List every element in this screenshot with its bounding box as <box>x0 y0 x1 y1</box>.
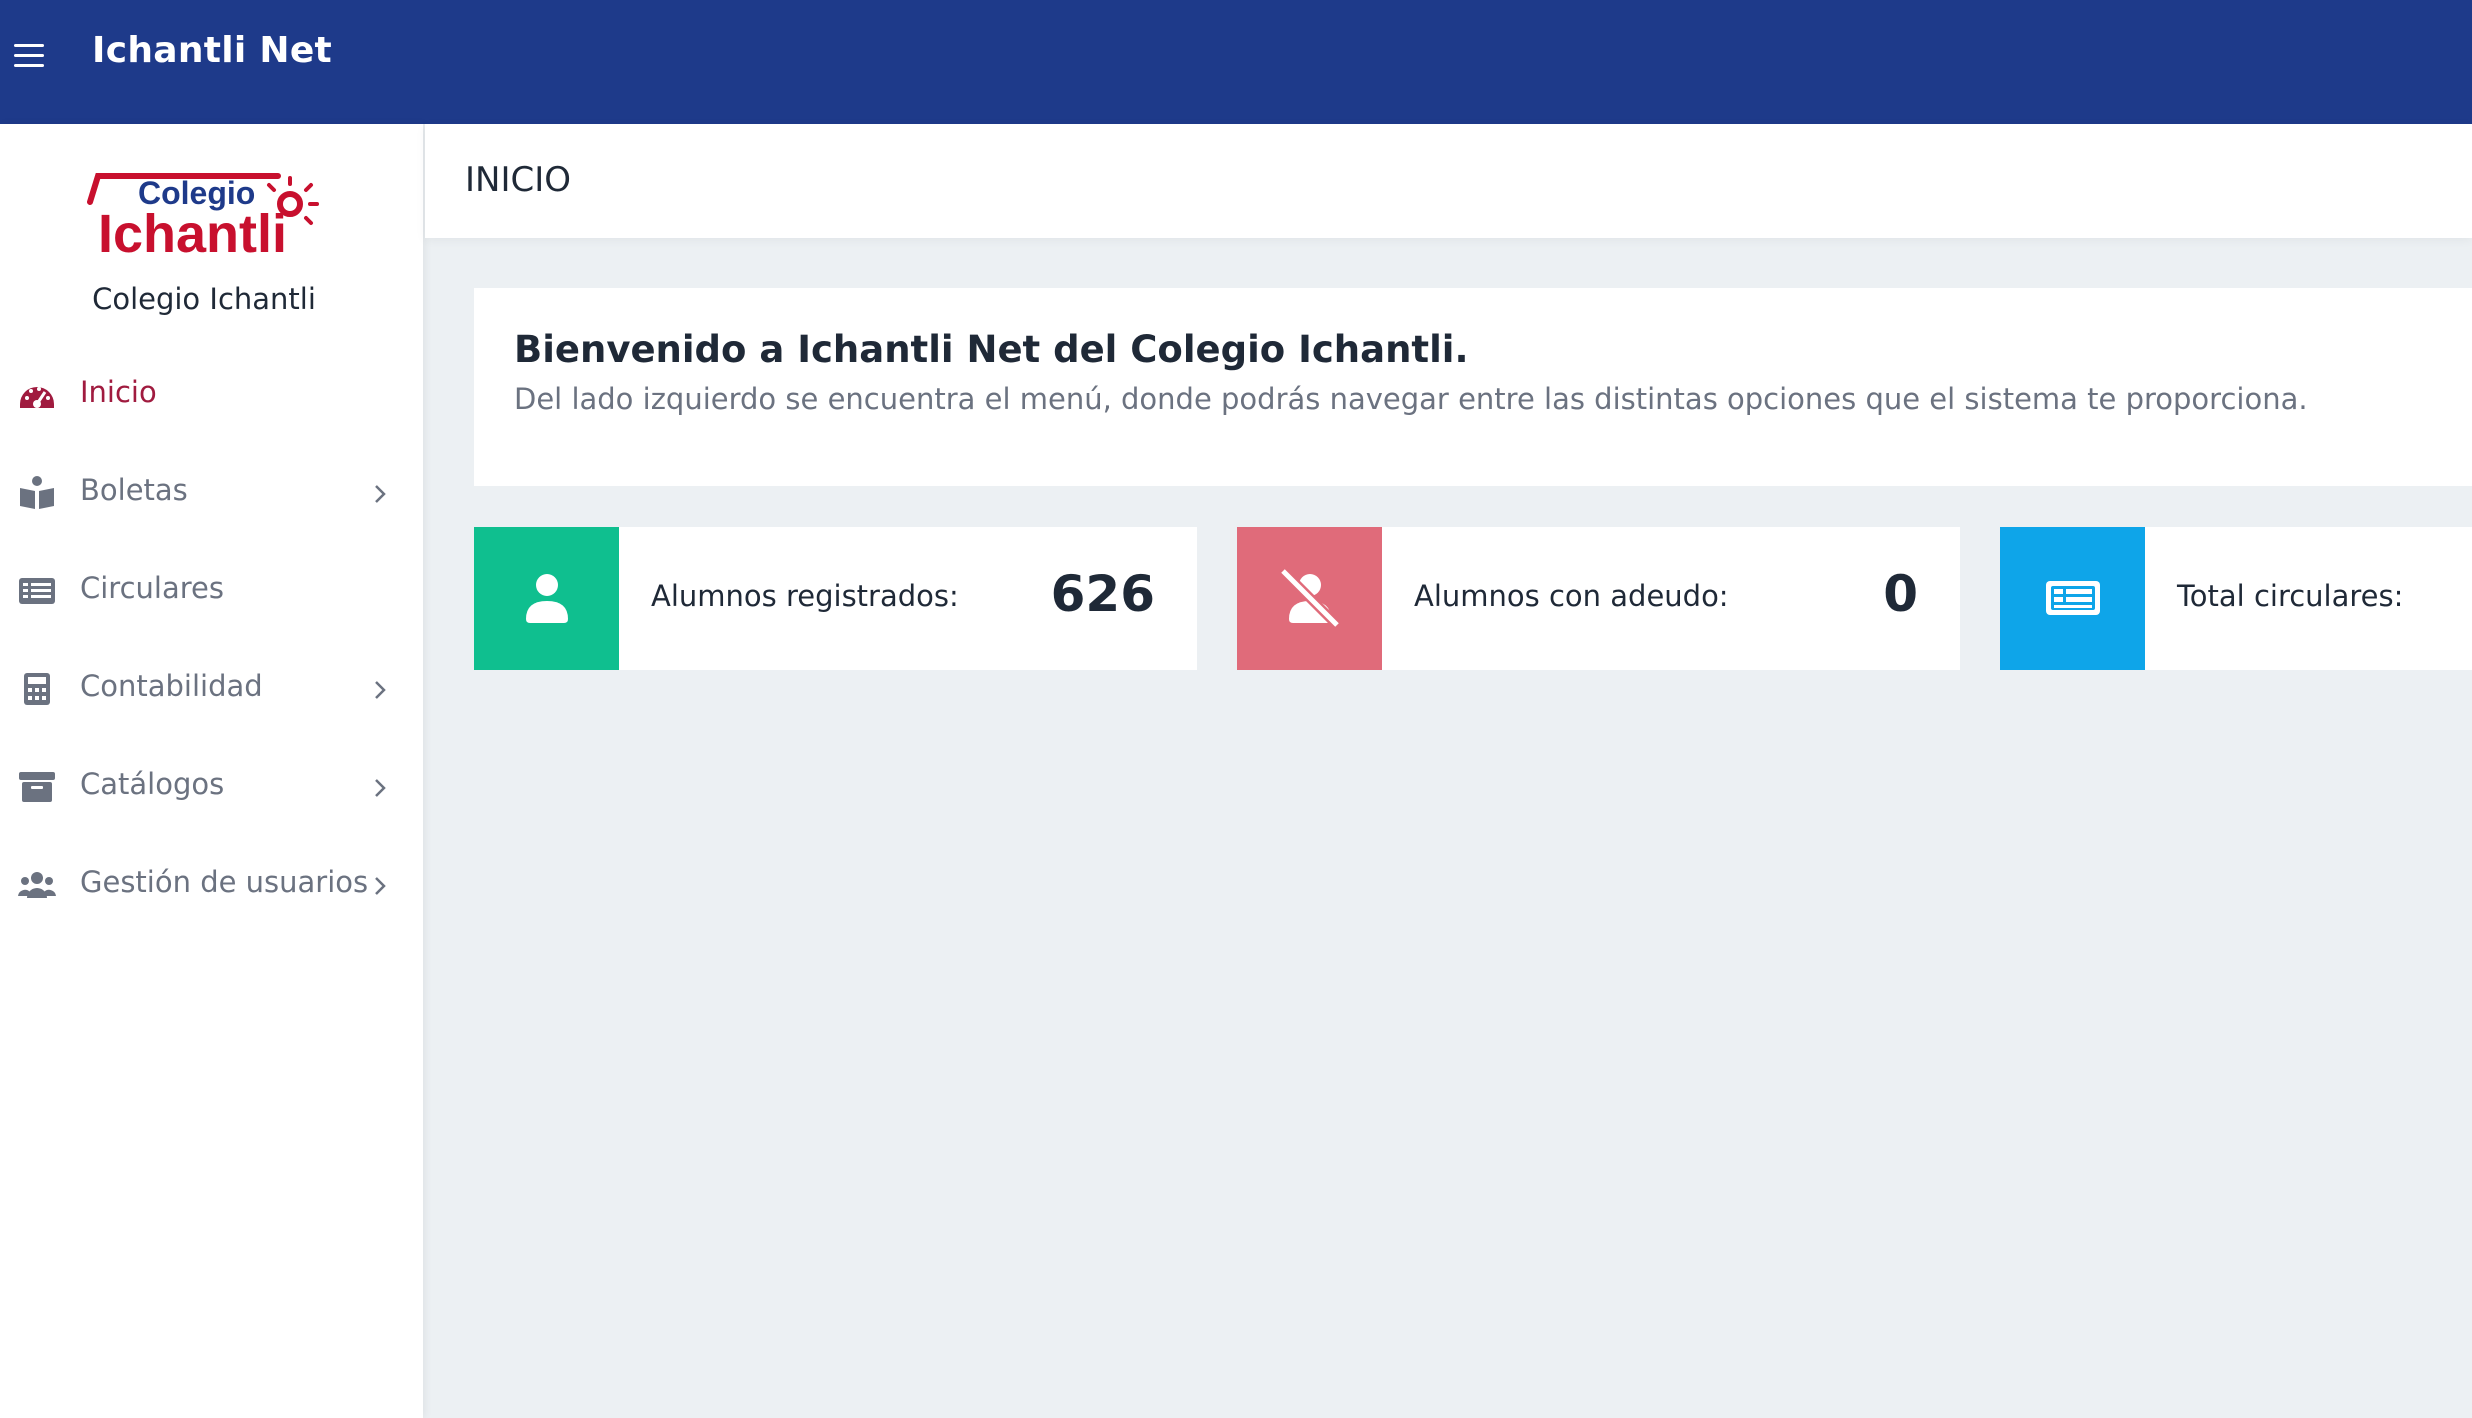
sidebar-item-label: Circulares <box>80 571 224 605</box>
stat-icon-box <box>1237 527 1382 670</box>
sidebar-item-catalogos[interactable]: Catálogos <box>0 751 408 821</box>
stat-label: Alumnos registrados: <box>651 579 959 613</box>
chevron-right-icon <box>375 681 386 699</box>
school-logo: Colegio Ichantli <box>87 173 319 258</box>
user-icon <box>526 574 568 623</box>
sidebar-item-label: Inicio <box>80 375 157 409</box>
stat-icon-box <box>2000 527 2145 670</box>
welcome-title: Bienvenido a Ichantli Net del Colegio Ic… <box>514 328 1469 371</box>
sidebar-item-gestion-usuarios[interactable]: Gestión de usuarios <box>0 849 408 919</box>
sidebar-item-label: Boletas <box>80 473 188 507</box>
stat-card-alumnos-registrados: Alumnos registrados: 626 <box>474 527 1197 670</box>
stat-label: Alumnos con adeudo: <box>1414 579 1729 613</box>
stat-icon-box <box>474 527 619 670</box>
welcome-card: Bienvenido a Ichantli Net del Colegio Ic… <box>474 288 2472 486</box>
app-title: Ichantli Net <box>92 30 333 71</box>
chevron-right-icon <box>375 877 386 895</box>
user-slash-icon <box>1279 567 1341 629</box>
stat-card-alumnos-adeudo: Alumnos con adeudo: 0 <box>1237 527 1960 670</box>
sidebar-item-label: Gestión de usuarios <box>80 865 369 899</box>
archive-icon <box>19 772 55 802</box>
chevron-right-icon <box>375 485 386 503</box>
list-icon <box>19 578 55 604</box>
sidebar-item-label: Contabilidad <box>80 669 263 703</box>
calculator-icon <box>24 673 50 705</box>
page-header: INICIO <box>425 124 2472 238</box>
sidebar-item-label: Catálogos <box>80 767 225 801</box>
newspaper-icon <box>2046 581 2100 615</box>
stat-card-total-circulares: Total circulares: <box>2000 527 2472 670</box>
sidebar-item-contabilidad[interactable]: Contabilidad <box>0 653 408 723</box>
stat-value: 626 <box>1050 565 1155 623</box>
sidebar-item-boletas[interactable]: Boletas <box>0 457 408 527</box>
top-bar: Ichantli Net <box>0 0 2472 124</box>
dashboard-icon <box>20 387 54 408</box>
school-name: Colegio Ichantli <box>92 282 316 316</box>
hamburger-menu-icon[interactable] <box>14 44 44 68</box>
svg-text:Ichantli: Ichantli <box>98 204 287 258</box>
page-title: INICIO <box>465 160 572 200</box>
sidebar-item-circulares[interactable]: Circulares <box>0 555 408 625</box>
chevron-right-icon <box>375 779 386 797</box>
sidebar: Colegio Ichantli Colegio Ichantli Inicio <box>0 124 423 1418</box>
sidebar-item-inicio[interactable]: Inicio <box>0 359 408 429</box>
reader-icon <box>20 476 54 509</box>
users-icon <box>18 872 56 898</box>
stat-label: Total circulares: <box>2177 579 2404 613</box>
stat-value: 0 <box>1883 565 1918 623</box>
welcome-text: Del lado izquierdo se encuentra el menú,… <box>514 382 2308 416</box>
